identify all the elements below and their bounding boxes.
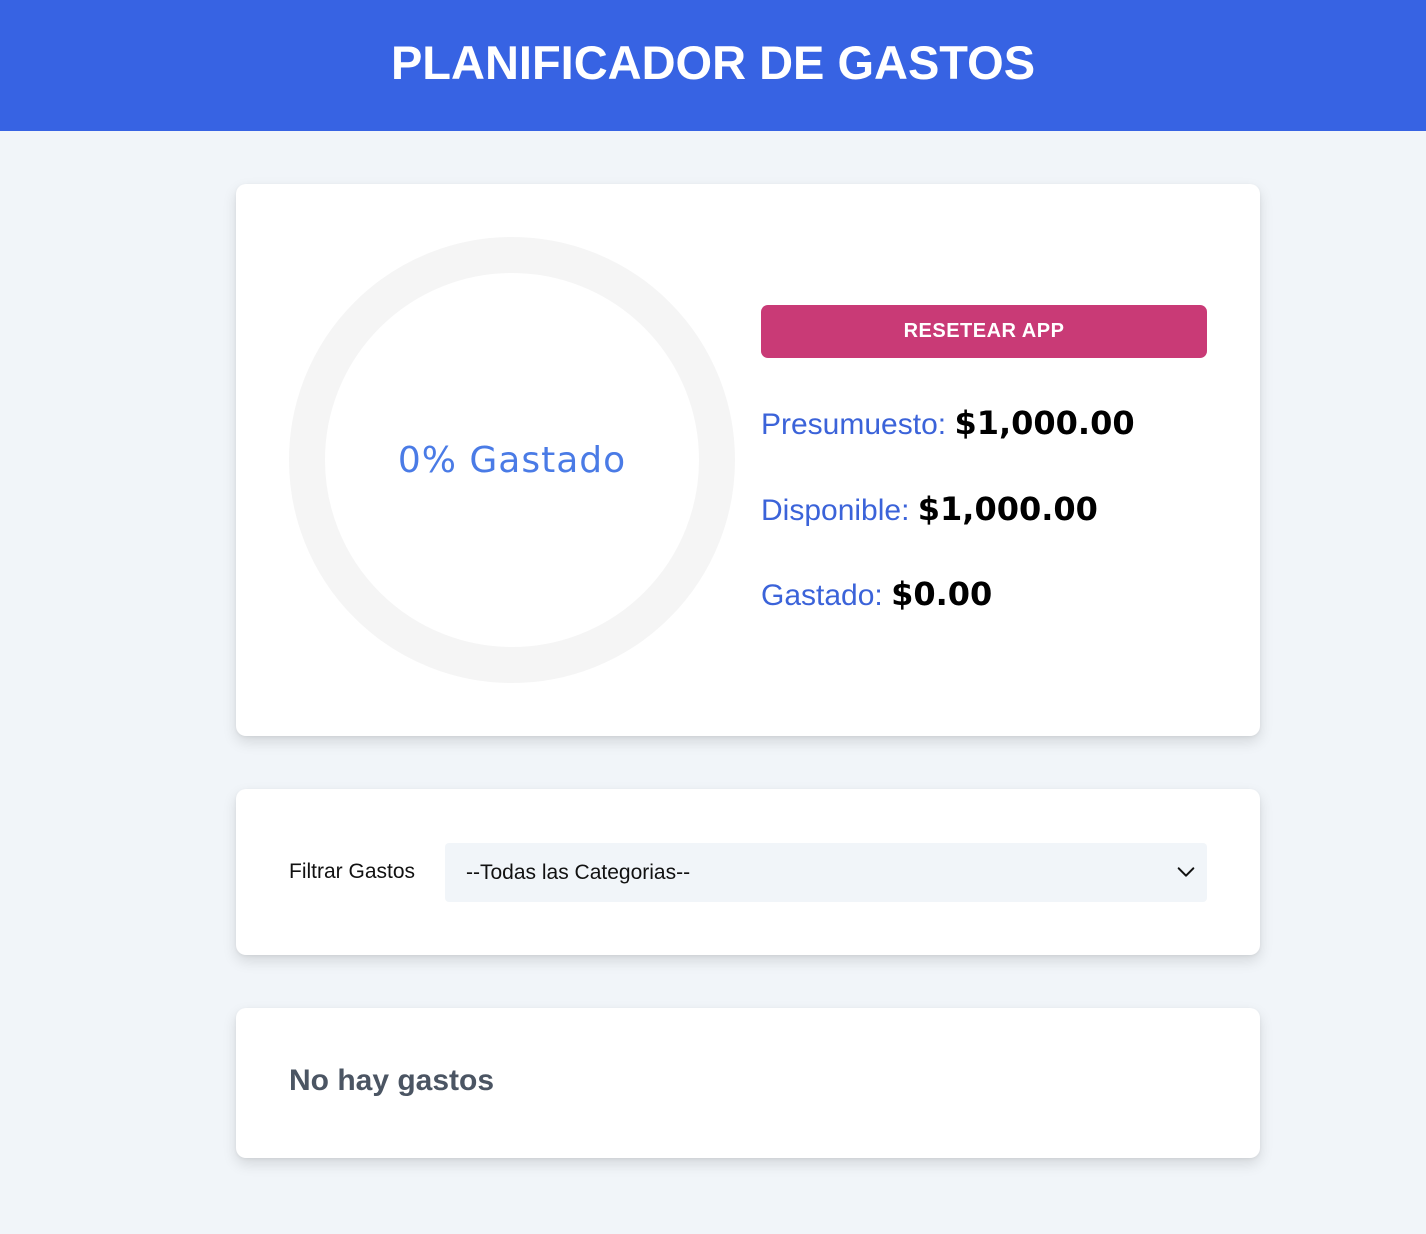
page-title: PLANIFICADOR DE GASTOS: [390, 36, 1036, 89]
budget-label: Presumuesto:: [761, 408, 947, 441]
available-label: Disponible:: [761, 494, 910, 527]
budget-value: $1,000.00: [954, 404, 1135, 442]
progress-ring: 0% Gastado: [289, 237, 735, 683]
filter-label: Filtrar Gastos: [289, 860, 416, 883]
filter-card: Filtrar Gastos --Todas las Categorias--: [236, 789, 1260, 955]
empty-expenses-message: No hay gastos: [289, 1064, 495, 1097]
app-header: PLANIFICADOR DE GASTOS: [0, 0, 1426, 131]
progress-label: 0% Gastado: [397, 439, 627, 481]
available-stat: Disponible: $1,000.00: [761, 490, 1098, 528]
spent-stat: Gastado: $0.00: [761, 575, 992, 613]
expense-list-card: No hay gastos: [236, 1008, 1260, 1158]
reset-app-button[interactable]: RESETEAR APP: [761, 305, 1207, 358]
budget-stat: Presumuesto: $1,000.00: [761, 404, 1135, 442]
spent-value: $0.00: [891, 575, 993, 613]
category-filter-select[interactable]: --Todas las Categorias--: [445, 843, 1207, 902]
category-filter-value: --Todas las Categorias--: [466, 861, 691, 884]
spent-label: Gastado:: [761, 579, 883, 612]
chevron-down-icon: [1177, 867, 1195, 877]
available-value: $1,000.00: [917, 490, 1098, 528]
budget-card: 0% Gastado RESETEAR APP Presumuesto: $1,…: [236, 184, 1260, 736]
